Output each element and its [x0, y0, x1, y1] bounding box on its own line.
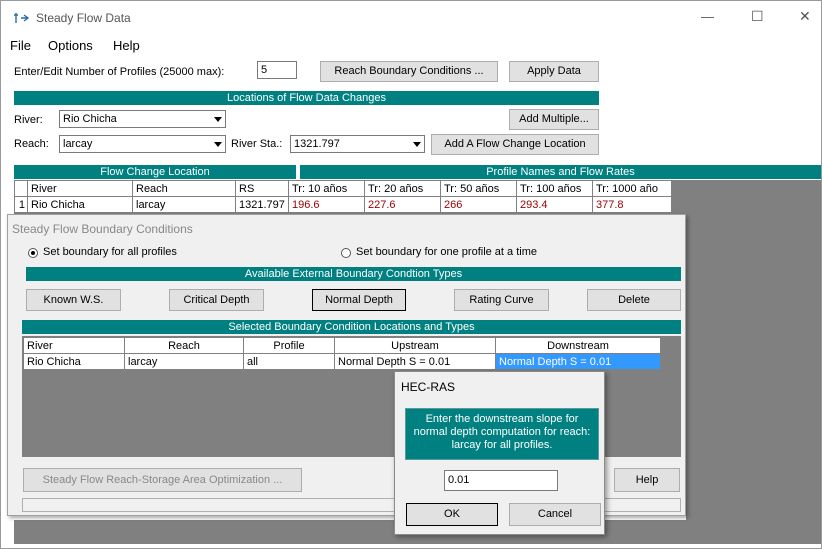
delete-button[interactable]: Delete [587, 289, 681, 311]
bc-cell-downstream[interactable]: Normal Depth S = 0.01 [495, 353, 661, 370]
radio-one-profile-label: Set boundary for one profile at a time [356, 246, 537, 258]
hecras-message: Enter the downstream slope for normal de… [405, 408, 599, 460]
cancel-button[interactable]: Cancel [509, 503, 601, 526]
col-river: River [27, 180, 133, 197]
cell-river[interactable]: Rio Chicha [27, 196, 133, 213]
col-tr100: Tr: 100 años [516, 180, 593, 197]
river-sta-label: River Sta.: [231, 138, 283, 150]
flow-change-location-header: Flow Change Location [14, 165, 296, 179]
profiles-input[interactable]: 5 [257, 61, 297, 79]
col-reach: Reach [132, 180, 236, 197]
reach-select[interactable]: larcay [59, 135, 226, 153]
river-sta-select-value: 1321.797 [294, 138, 340, 150]
bc-dialog-title: Steady Flow Boundary Conditions [12, 222, 193, 236]
radio-one-profile[interactable] [341, 248, 351, 258]
table-row[interactable]: Rio Chicha larcay all Normal Depth S = 0… [23, 353, 661, 370]
bc-col-river: River [23, 337, 125, 354]
bc-col-upstream: Upstream [334, 337, 496, 354]
locations-header: Locations of Flow Data Changes [14, 91, 599, 105]
minimize-icon[interactable]: — [701, 9, 714, 24]
reach-label: Reach: [14, 138, 49, 150]
bc-cell-reach[interactable]: larcay [124, 353, 244, 370]
cell-flow-tr100[interactable]: 293.4 [516, 196, 593, 213]
chevron-down-icon [211, 136, 225, 152]
close-icon[interactable]: ✕ [799, 8, 811, 25]
col-tr1000: Tr: 1000 año [592, 180, 672, 197]
maximize-icon[interactable]: ☐ [751, 8, 764, 25]
available-types-header: Available External Boundary Condtion Typ… [26, 267, 681, 281]
profile-names-header: Profile Names and Flow Rates [300, 165, 821, 179]
col-tr20: Tr: 20 años [364, 180, 441, 197]
bc-cell-profile[interactable]: all [243, 353, 335, 370]
row-num-header [14, 180, 28, 197]
help-button[interactable]: Help [614, 468, 680, 492]
add-flow-change-location-button[interactable]: Add A Flow Change Location [431, 134, 599, 155]
reach-storage-optimization-button[interactable]: Steady Flow Reach-Storage Area Optimizat… [23, 468, 302, 492]
selected-bc-header: Selected Boundary Condition Locations an… [22, 320, 681, 334]
bc-col-downstream: Downstream [495, 337, 661, 354]
bc-col-profile: Profile [243, 337, 335, 354]
menu-options[interactable]: Options [48, 38, 93, 53]
ok-button[interactable]: OK [406, 503, 498, 526]
col-rs: RS [235, 180, 289, 197]
col-tr50: Tr: 50 años [440, 180, 517, 197]
cell-flow-tr50[interactable]: 266 [440, 196, 517, 213]
chevron-down-icon [410, 136, 424, 152]
flow-table-header-row: River Reach RS Tr: 10 años Tr: 20 años T… [14, 180, 672, 197]
title-bar: Steady Flow Data — ☐ ✕ [1, 1, 821, 33]
bc-table: River Reach Profile Upstream Downstream … [23, 337, 661, 370]
reach-boundary-conditions-button[interactable]: Reach Boundary Conditions ... [320, 61, 498, 82]
menu-file[interactable]: File [10, 38, 31, 53]
reach-select-value: larcay [63, 138, 93, 150]
rating-curve-button[interactable]: Rating Curve [454, 289, 549, 311]
row-number: 1 [14, 196, 28, 213]
cell-rs[interactable]: 1321.797 [235, 196, 289, 213]
profiles-input-value: 5 [261, 64, 268, 76]
river-label: River: [14, 114, 43, 126]
hecras-dialog-title: HEC-RAS [401, 380, 456, 394]
table-row[interactable]: 1 Rio Chicha larcay 1321.797 196.6 227.6… [14, 196, 672, 213]
app-icon [14, 13, 29, 23]
cell-flow-tr20[interactable]: 227.6 [364, 196, 441, 213]
flow-table: River Reach RS Tr: 10 años Tr: 20 años T… [14, 180, 672, 213]
bc-cell-river[interactable]: Rio Chicha [23, 353, 125, 370]
cell-flow-tr10[interactable]: 196.6 [288, 196, 365, 213]
profiles-label: Enter/Edit Number of Profiles (25000 max… [14, 66, 225, 78]
grid-empty-area [686, 215, 821, 544]
cell-reach[interactable]: larcay [132, 196, 236, 213]
known-ws-button[interactable]: Known W.S. [26, 289, 121, 311]
normal-depth-button[interactable]: Normal Depth [312, 289, 406, 311]
cell-flow-tr1000[interactable]: 377.8 [592, 196, 672, 213]
bc-col-reach: Reach [124, 337, 244, 354]
bc-cell-upstream[interactable]: Normal Depth S = 0.01 [334, 353, 496, 370]
chevron-down-icon [211, 111, 225, 127]
slope-input[interactable]: 0.01 [444, 470, 558, 491]
hecras-dialog: HEC-RAS Enter the downstream slope for n… [394, 371, 605, 535]
critical-depth-button[interactable]: Critical Depth [169, 289, 264, 311]
radio-all-profiles-label: Set boundary for all profiles [43, 246, 177, 258]
slope-input-value: 0.01 [448, 474, 470, 486]
window-title: Steady Flow Data [36, 11, 131, 25]
river-select[interactable]: Rio Chicha [59, 110, 226, 128]
river-select-value: Rio Chicha [63, 113, 117, 125]
apply-data-button[interactable]: Apply Data [509, 61, 599, 82]
menu-bar: File Options Help [1, 36, 821, 56]
bc-table-header-row: River Reach Profile Upstream Downstream [23, 337, 661, 354]
add-multiple-button[interactable]: Add Multiple... [509, 109, 599, 130]
menu-help[interactable]: Help [113, 38, 140, 53]
river-sta-select[interactable]: 1321.797 [290, 135, 425, 153]
col-tr10: Tr: 10 años [288, 180, 365, 197]
radio-all-profiles[interactable] [28, 248, 38, 258]
